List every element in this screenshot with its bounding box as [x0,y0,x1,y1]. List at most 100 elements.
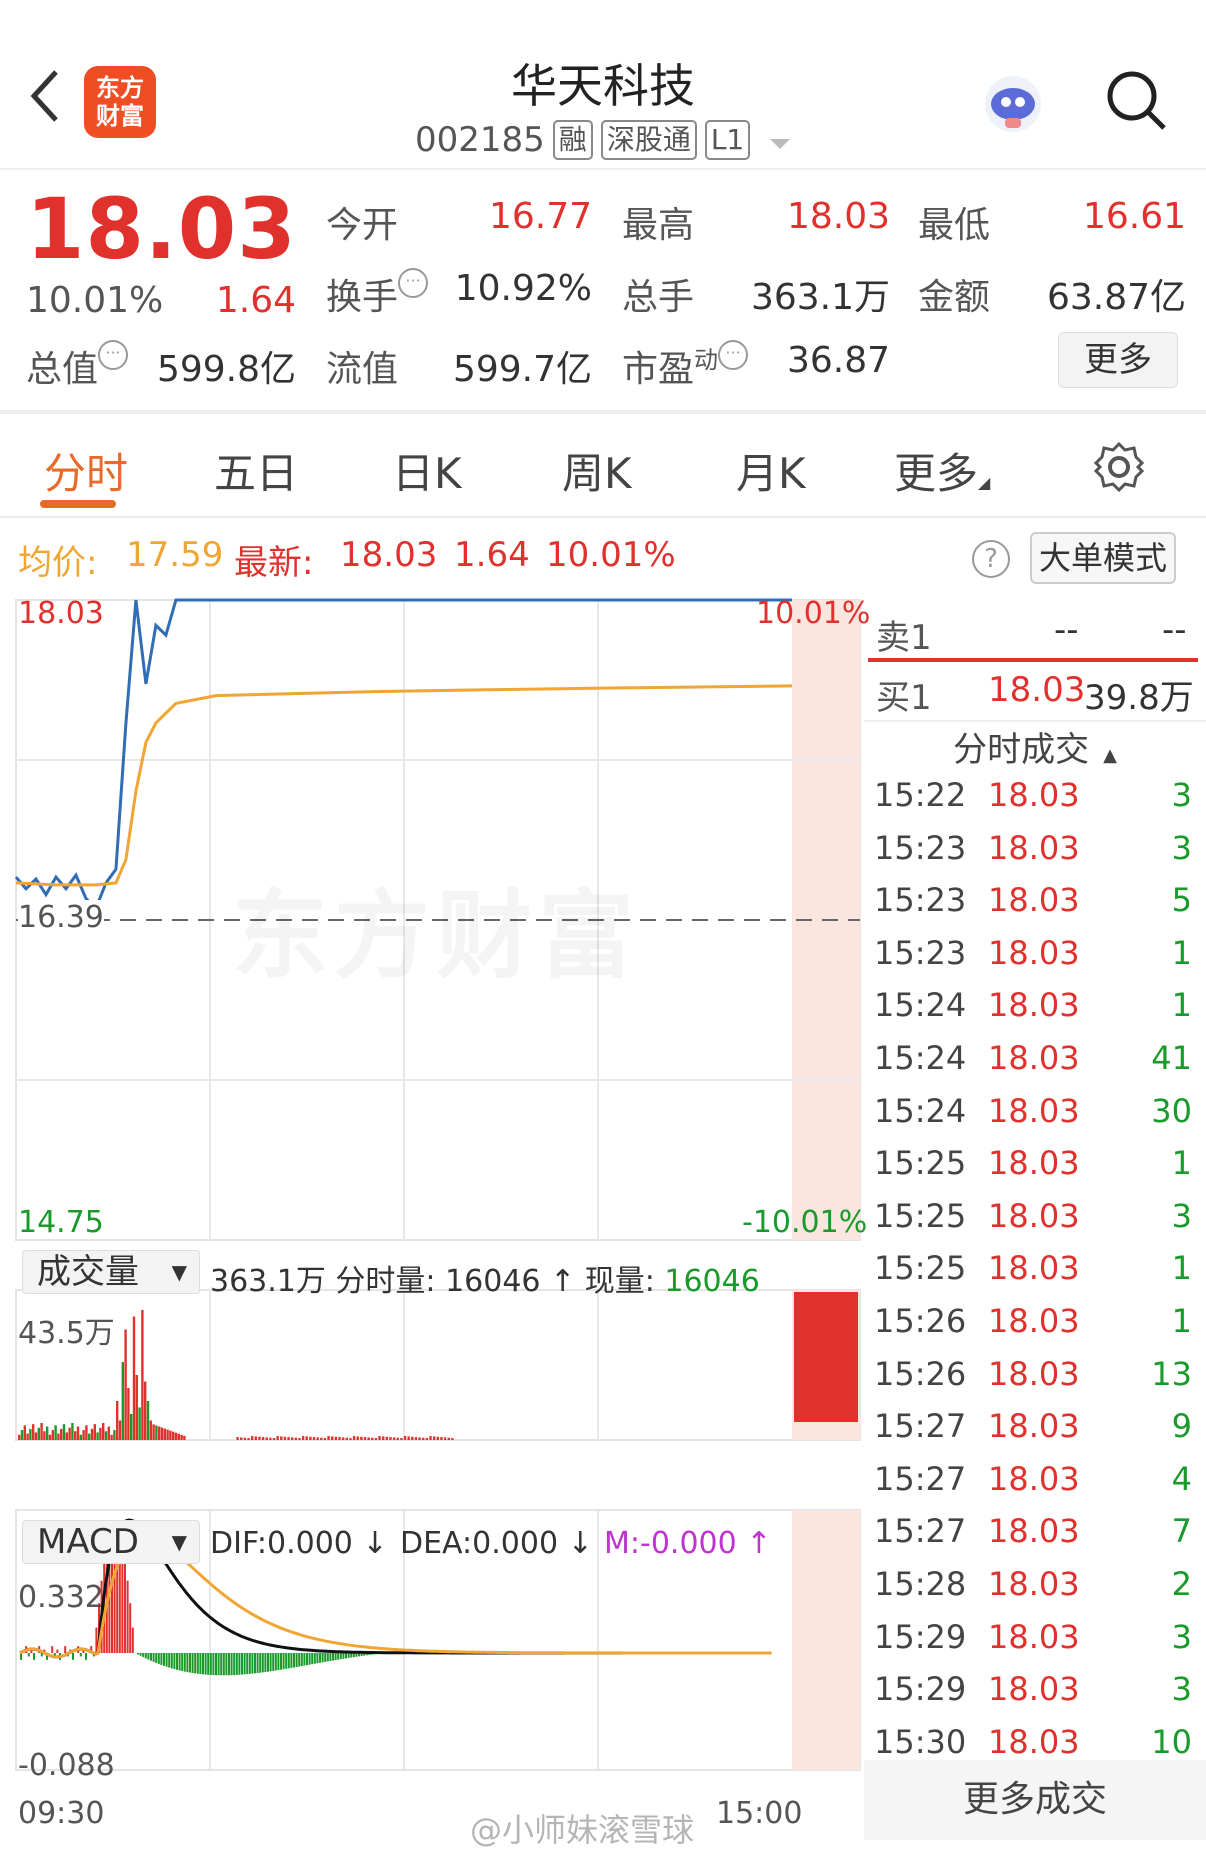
volume-bar [132,1316,136,1440]
tick-time: 15:27 [874,1459,967,1498]
tick-volume: 3 [1171,1670,1192,1709]
macd-histogram-bar [170,1653,173,1669]
tab-intraday[interactable]: 分时 [44,440,128,501]
more-trades-button[interactable]: 更多成交 [864,1760,1206,1840]
macd-histogram-bar [235,1653,238,1675]
tick-price: 18.03 [988,1565,1080,1603]
volume-bar [447,1437,450,1440]
tab-more[interactable]: 更多◢ [894,440,990,501]
tick-volume: 1 [1171,933,1192,972]
last-value: 18.03 [340,535,438,575]
ticks-header[interactable]: 分时成交 ▲ [864,722,1206,778]
macd-histogram-bar [129,1603,132,1653]
macd-histogram-bar [181,1653,184,1672]
mktcap-label: 总值 ··· [26,340,129,392]
tick-time: 15:27 [874,1512,967,1551]
macd-histogram-bar [345,1653,347,1659]
macd-histogram-bar [298,1653,301,1667]
tick-time: 15:30 [874,1722,967,1761]
macd-histogram-bar [259,1653,262,1673]
volume-bar [65,1432,68,1440]
volume-bar [99,1427,102,1440]
volume-bar [149,1420,152,1440]
volume-value: 363.1万 [750,277,890,318]
macd-histogram-bar [282,1653,285,1670]
volume-bar [432,1436,436,1440]
dropdown-icon[interactable] [768,120,792,160]
macd-histogram-bar [220,1653,223,1676]
macd-indicator-select[interactable]: MACD ▼ [22,1520,200,1564]
tick-time: 15:24 [874,1091,967,1130]
tab-monthly-k[interactable]: 月K [736,440,806,501]
tick-row: 15:27 18.03 9 [872,1407,1192,1457]
tab-daily-k[interactable]: 日K [392,440,462,501]
volume-bar [71,1422,74,1440]
info-icon[interactable]: ··· [718,340,749,370]
volume-bar [180,1434,183,1440]
tick-time: 15:25 [874,1196,967,1235]
macd-histogram-bar [287,1653,290,1669]
more-quote-button[interactable]: 更多 [1058,332,1178,388]
tick-price: 18.03 [988,1196,1080,1235]
macd-histogram-bar [332,1653,334,1661]
volume-bar [327,1436,330,1440]
stock-code: 002185 [415,120,545,160]
low-value: 16.61 [1082,196,1186,237]
tick-price: 18.03 [988,1354,1080,1393]
tick-price: 18.03 [988,1670,1080,1709]
volume-bar [403,1436,407,1440]
info-icon[interactable]: ··· [98,340,129,370]
macd-histogram-bar [152,1653,155,1662]
volume-bar [291,1437,294,1440]
macd-histogram-bar [329,1653,332,1661]
volume-bar [183,1435,186,1440]
tick-price: 18.03 [988,1091,1080,1130]
mktcap-label-text: 总值 [26,349,99,390]
tab-weekly-k[interactable]: 周K [562,440,632,501]
volume-bar [301,1436,305,1440]
help-icon[interactable]: ? [972,540,1010,578]
macd-histogram-bar [204,1653,207,1675]
big-order-mode-button[interactable]: 大单模式 [1030,532,1176,584]
macd-histogram-bar [196,1653,199,1674]
volume-bar [320,1437,323,1440]
macd-histogram-bar [300,1653,303,1667]
volume-bar [34,1432,38,1440]
search-icon[interactable] [1104,68,1168,132]
volume-bar [82,1430,85,1440]
macd-histogram-bar [267,1653,269,1672]
turnover-value: 10.92% [454,268,592,309]
low-label: 最低 [918,205,991,246]
macd-histogram-bar [293,1653,295,1668]
ticks-header-label: 分时成交 [953,730,1090,770]
volume-bar [20,1430,24,1440]
robot-assistant-icon[interactable] [978,70,1048,140]
macd-histogram-bar [243,1653,246,1675]
chart-watermark: 东方财富 [232,858,640,997]
volume-bar [374,1438,378,1440]
macd-dif: DIF:0.000 ↓ [210,1526,388,1561]
volume-bar [146,1401,150,1440]
macd-histogram-bar [347,1653,350,1658]
volume-bar [113,1430,116,1440]
volume-bar [258,1436,261,1440]
info-icon[interactable]: ··· [398,268,429,298]
open-label: 今开 [326,205,399,246]
tick-time: 15:27 [874,1407,967,1446]
buy1-row: 买1 18.03 39.8万 [872,670,1206,722]
volume-axis-max: 43.5万 [18,1316,115,1351]
settings-gear-icon[interactable] [1092,440,1146,494]
after-hours-volume [794,1292,858,1422]
intraday-chart[interactable] [0,590,864,1820]
tick-volume: 3 [1171,776,1192,814]
time-axis-start: 09:30 [18,1796,105,1831]
macd-histogram-bar [176,1653,178,1670]
sell1-volume: -- [1162,610,1187,650]
macd-histogram-bar [131,1627,134,1653]
volume-bar [163,1428,166,1440]
tab-five-day[interactable]: 五日 [214,440,298,501]
volume-bar [79,1434,82,1440]
volume-bar [407,1436,410,1440]
volume-indicator-select[interactable]: 成交量 ▼ [22,1250,200,1294]
volume-current: 16046 [664,1264,760,1299]
